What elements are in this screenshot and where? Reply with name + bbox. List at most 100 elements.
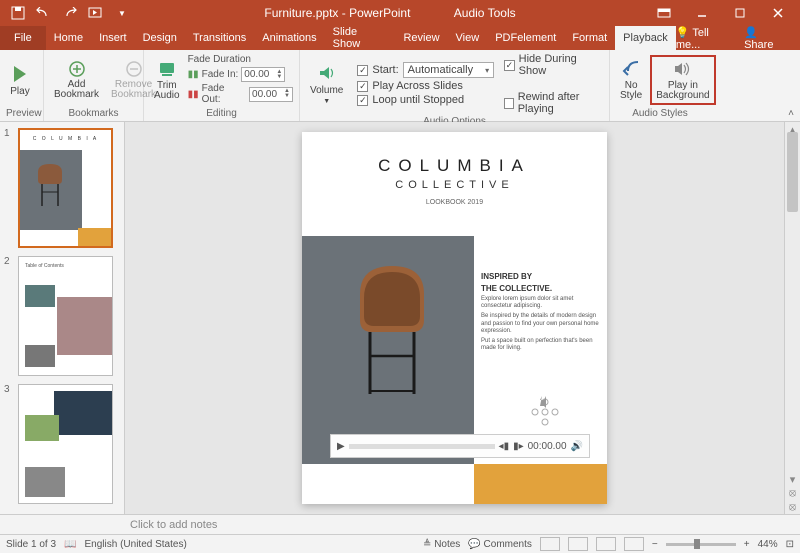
scroll-thumb[interactable] [787, 132, 798, 212]
slide-lookbook: LOOKBOOK 2019 [302, 199, 607, 206]
minimize-button[interactable] [684, 0, 720, 26]
ribbon-options-icon[interactable] [646, 0, 682, 26]
language-label[interactable]: English (United States) [85, 539, 187, 550]
qat-dropdown-icon[interactable]: ▼ [110, 2, 134, 24]
tab-review[interactable]: Review [395, 26, 447, 50]
prev-slide-icon[interactable]: ⦻ [785, 486, 800, 500]
audio-play-icon[interactable]: ▶ [337, 441, 345, 452]
save-icon[interactable] [6, 2, 30, 24]
slideshow-view-icon[interactable] [624, 537, 644, 551]
fade-in-label: Fade In: [202, 69, 239, 80]
audio-time: 00:00.00 [528, 441, 567, 452]
slide-thumbnails-panel: 1 C O L U M B I A 2 Table of Contents 3 [0, 122, 125, 514]
tab-format[interactable]: Format [564, 26, 615, 50]
tab-file[interactable]: File [0, 26, 46, 50]
spell-check-icon[interactable]: 📖 [64, 539, 76, 550]
play-across-label: Play Across Slides [372, 80, 462, 92]
loop-checkbox[interactable]: ✓ [357, 95, 368, 106]
zoom-in-button[interactable]: + [744, 539, 750, 550]
audio-prev-icon[interactable]: ◂▮ [499, 441, 510, 452]
slide-subtitle: COLLECTIVE [302, 179, 607, 191]
slide-title: COLUMBIA [302, 132, 607, 176]
hide-during-checkbox[interactable]: ✓ [504, 60, 515, 71]
play-in-background-button[interactable]: Play in Background [650, 55, 715, 105]
fade-in-input[interactable]: 00.00▲▼ [241, 67, 285, 82]
volume-button[interactable]: Volume▼ [306, 61, 347, 107]
vertical-scrollbar[interactable]: ▴ ▾ ⦻ ⦻ [784, 122, 800, 514]
context-tools-label: Audio Tools [454, 6, 516, 20]
tab-animations[interactable]: Animations [254, 26, 324, 50]
tab-home[interactable]: Home [46, 26, 91, 50]
play-across-checkbox[interactable]: ✓ [357, 81, 368, 92]
maximize-button[interactable] [722, 0, 758, 26]
fade-out-icon: ▮▮ [188, 89, 199, 100]
loop-label: Loop until Stopped [372, 94, 464, 106]
audio-track[interactable] [349, 444, 495, 449]
editing-group-label: Editing [150, 108, 293, 119]
audio-object-icon[interactable] [525, 392, 565, 432]
remove-bookmark-button: Remove Bookmark [107, 58, 160, 102]
scroll-down-icon[interactable]: ▾ [785, 472, 800, 486]
zoom-level[interactable]: 44% [758, 539, 778, 550]
bookmarks-group-label: Bookmarks [50, 108, 137, 119]
fade-out-input[interactable]: 00.00▲▼ [249, 87, 293, 102]
normal-view-icon[interactable] [540, 537, 560, 551]
audio-volume-icon[interactable]: 🔊 [571, 441, 583, 452]
start-dropdown[interactable]: Automatically▾ [403, 62, 494, 78]
slide-para-2: Be inspired by the details of modern des… [481, 313, 599, 335]
thumbnail-1[interactable]: 1 C O L U M B I A [4, 128, 120, 248]
notes-toggle[interactable]: ≜ Notes [423, 539, 460, 550]
status-bar: Slide 1 of 3 📖 English (United States) ≜… [0, 534, 800, 553]
tab-slideshow[interactable]: Slide Show [325, 26, 396, 50]
thumbnail-2[interactable]: 2 Table of Contents [4, 256, 120, 376]
audio-next-icon[interactable]: ▮▸ [513, 441, 524, 452]
audio-playback-bar[interactable]: ▶ ◂▮ ▮▸ 00:00.00 🔊 [330, 434, 590, 458]
slide-heading-1: INSPIRED BY [481, 272, 599, 281]
document-title: Furniture.pptx - PowerPoint [264, 6, 410, 20]
play-button[interactable]: Play [6, 62, 34, 99]
collapse-ribbon-icon[interactable]: ˄ [788, 108, 794, 119]
tab-pdfelement[interactable]: PDFelement [487, 26, 564, 50]
thumbnail-3[interactable]: 3 [4, 384, 120, 504]
hide-during-label: Hide During Show [519, 53, 603, 77]
slide-accent-block [474, 464, 607, 504]
start-checkbox[interactable]: ✓ [357, 65, 368, 76]
sorter-view-icon[interactable] [568, 537, 588, 551]
slide-image [302, 236, 474, 464]
slide-para-1: Explore lorem ipsum dolor sit amet conse… [481, 296, 599, 310]
notes-pane[interactable]: Click to add notes [0, 514, 800, 534]
ribbon-tabs: File Home Insert Design Transitions Anim… [0, 26, 800, 50]
no-style-button[interactable]: No Style [616, 57, 646, 103]
tab-transitions[interactable]: Transitions [185, 26, 254, 50]
tab-design[interactable]: Design [135, 26, 185, 50]
rewind-checkbox[interactable] [504, 98, 514, 109]
title-bar: ▼ Furniture.pptx - PowerPoint Audio Tool… [0, 0, 800, 26]
redo-icon[interactable] [58, 2, 82, 24]
comments-toggle[interactable]: 💬 Comments [468, 539, 532, 550]
share-button[interactable]: 👤 Share [744, 26, 790, 51]
slide-para-3: Put a space built on perfection that's b… [481, 338, 599, 352]
tab-playback[interactable]: Playback [615, 26, 676, 50]
slide-canvas[interactable]: COLUMBIA COLLECTIVE LOOKBOOK 2019 INSPIR… [125, 122, 784, 514]
audio-styles-group-label: Audio Styles [616, 108, 704, 119]
start-from-beginning-icon[interactable] [84, 2, 108, 24]
ribbon: Play Preview Add Bookmark Remove Bookmar… [0, 50, 800, 122]
slide-counter[interactable]: Slide 1 of 3 [6, 539, 56, 550]
preview-group-label: Preview [6, 108, 37, 119]
zoom-out-button[interactable]: − [652, 539, 658, 550]
tab-view[interactable]: View [448, 26, 488, 50]
fade-in-icon: ▮▮ [188, 69, 199, 80]
fade-duration-label: Fade Duration [188, 54, 293, 65]
close-button[interactable] [760, 0, 796, 26]
add-bookmark-button[interactable]: Add Bookmark [50, 58, 103, 102]
reading-view-icon[interactable] [596, 537, 616, 551]
notes-placeholder: Click to add notes [130, 519, 217, 531]
undo-icon[interactable] [32, 2, 56, 24]
fit-to-window-icon[interactable]: ⊡ [786, 539, 794, 550]
tell-me[interactable]: 💡 Tell me... [676, 26, 736, 51]
rewind-label: Rewind after Playing [518, 91, 603, 115]
next-slide-icon[interactable]: ⦻ [785, 500, 800, 514]
tab-insert[interactable]: Insert [91, 26, 135, 50]
zoom-slider[interactable] [666, 543, 736, 546]
fade-out-label: Fade Out: [202, 83, 246, 105]
